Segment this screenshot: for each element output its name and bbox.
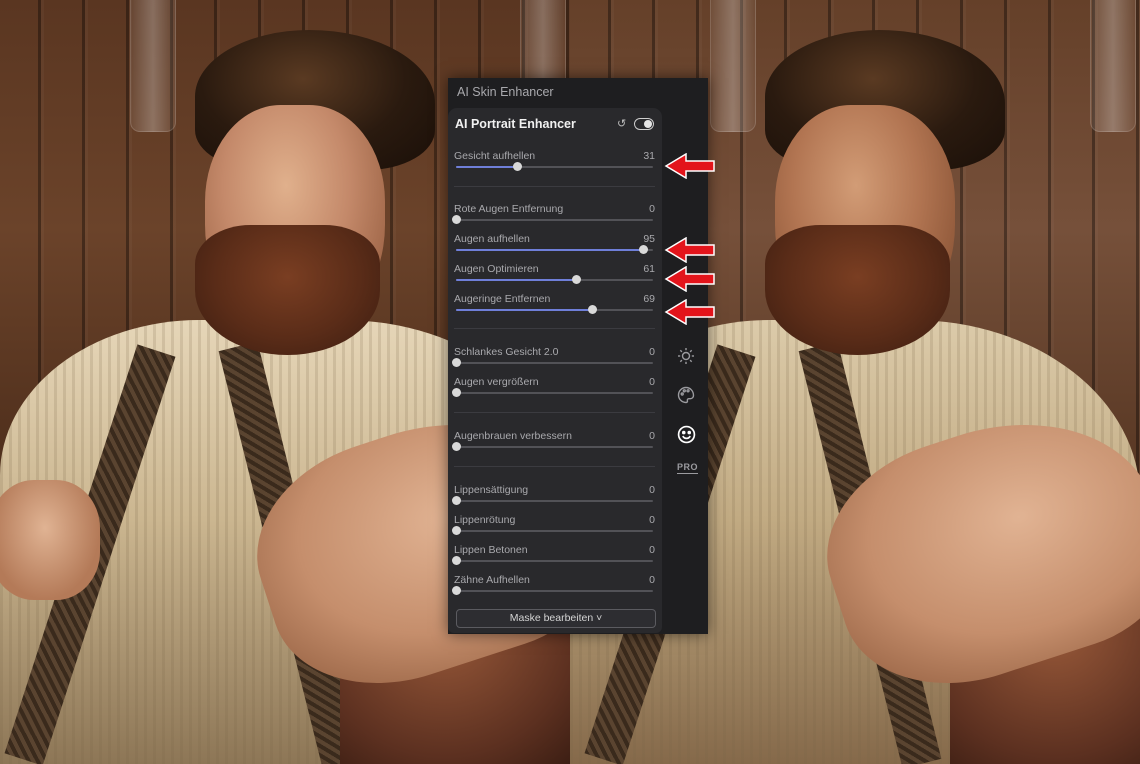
slider-row-lippensaettigung: Lippensättigung 0 — [452, 484, 655, 514]
slider-track[interactable] — [452, 586, 653, 595]
slider-value: 0 — [649, 203, 655, 215]
slider-row-augen-vergroessern: Augen vergrößern 0 — [452, 376, 655, 406]
slider-value: 69 — [643, 293, 655, 305]
slider-row-lippenroetung: Lippenrötung 0 — [452, 514, 655, 544]
slider-value: 0 — [649, 484, 655, 496]
beard — [765, 225, 950, 355]
red-arrow-annotation — [664, 299, 715, 325]
slider-value: 0 — [649, 346, 655, 358]
slider-label: Lippensättigung — [454, 484, 529, 496]
red-arrow-annotation — [664, 266, 715, 292]
slider-value: 0 — [649, 544, 655, 556]
slider-value: 0 — [649, 376, 655, 388]
slider-row-rote-augen-entfernung: Rote Augen Entfernung 0 — [452, 203, 655, 233]
slider-thumb[interactable] — [587, 305, 597, 314]
slider-label: Rote Augen Entfernung — [454, 203, 564, 215]
slider-row-zaehne-aufhellen: Zähne Aufhellen 0 — [452, 574, 655, 604]
slider-label: Gesicht aufhellen — [454, 150, 536, 162]
red-arrow-annotation — [664, 237, 715, 263]
slider-value: 0 — [649, 514, 655, 526]
slider-row-augeringe-entfernen: Augeringe Entfernen 69 — [454, 293, 655, 323]
card-header-controls: ↺ — [617, 118, 654, 130]
slider-label: Lippenrötung — [454, 514, 516, 526]
sun-icon[interactable] — [675, 345, 697, 367]
slider-value: 61 — [643, 263, 655, 275]
red-arrow-annotation — [664, 153, 715, 179]
slider-label: Augenbrauen verbessern — [454, 430, 572, 442]
slider-label: Zähne Aufhellen — [454, 574, 530, 586]
slider-track[interactable] — [456, 245, 653, 254]
slider-row-augen-optimieren: Augen Optimieren 61 — [454, 263, 655, 293]
palette-icon[interactable] — [675, 384, 697, 406]
slider-thumb[interactable] — [452, 556, 461, 565]
slider-row-augen-aufhellen: Augen aufhellen 95 — [454, 233, 655, 263]
slider-row-lippen-betonen: Lippen Betonen 0 — [452, 544, 655, 574]
slider-thumb[interactable] — [452, 586, 461, 595]
panel-title: AI Skin Enhancer — [457, 85, 554, 99]
slider-track[interactable] — [452, 556, 653, 565]
slider-thumb[interactable] — [452, 496, 461, 505]
slider-track[interactable] — [456, 275, 653, 284]
slider-row-schlankes-gesicht: Schlankes Gesicht 2.0 0 — [452, 346, 655, 376]
divider — [454, 466, 655, 467]
slider-value: 95 — [643, 233, 655, 245]
slider-track[interactable] — [452, 526, 653, 535]
slider-thumb[interactable] — [452, 358, 461, 367]
slider-track[interactable] — [452, 358, 653, 367]
slider-track[interactable] — [452, 442, 653, 451]
slider-track[interactable] — [456, 162, 653, 171]
slider-fill — [456, 166, 518, 168]
slider-fill — [456, 249, 644, 251]
slider-thumb[interactable] — [639, 245, 649, 254]
pro-badge[interactable]: PRO — [677, 462, 699, 474]
slider-label: Schlankes Gesicht 2.0 — [454, 346, 559, 358]
slider-thumb[interactable] — [452, 526, 461, 535]
ai-portrait-enhancer-card: AI Portrait Enhancer ↺ Gesicht aufhellen… — [448, 108, 662, 633]
slider-fill — [456, 279, 577, 281]
slider-track[interactable] — [452, 215, 653, 224]
edit-mask-button[interactable]: Maske bearbeiten ˅ — [456, 609, 656, 628]
slider-thumb[interactable] — [452, 215, 461, 224]
slider-label: Lippen Betonen — [454, 544, 528, 556]
slider-label: Augen aufhellen — [454, 233, 530, 245]
reset-icon[interactable]: ↺ — [617, 118, 628, 130]
slider-value: 31 — [643, 150, 655, 162]
divider — [454, 186, 655, 187]
slider-thumb[interactable] — [513, 162, 523, 171]
beard — [195, 225, 380, 355]
slider-label: Augen vergrößern — [454, 376, 539, 388]
slider-fill — [456, 309, 592, 311]
smiley-face-icon[interactable] — [675, 423, 697, 445]
slider-thumb[interactable] — [452, 442, 461, 451]
card-title: AI Portrait Enhancer — [455, 117, 576, 131]
divider — [454, 412, 655, 413]
slider-thumb[interactable] — [572, 275, 582, 284]
slider-track[interactable] — [456, 305, 653, 314]
slider-row-gesicht-aufhellen: Gesicht aufhellen 31 — [454, 150, 655, 180]
slider-track[interactable] — [452, 388, 653, 397]
slider-value: 0 — [649, 430, 655, 442]
slider-row-augenbrauen-verbessern: Augenbrauen verbessern 0 — [452, 430, 655, 460]
divider — [454, 328, 655, 329]
slider-value: 0 — [649, 574, 655, 586]
enable-toggle[interactable] — [634, 118, 654, 130]
slider-label: Augeringe Entfernen — [454, 293, 551, 305]
hand — [0, 480, 100, 600]
slider-track[interactable] — [452, 496, 653, 505]
slider-label: Augen Optimieren — [454, 263, 539, 275]
slider-thumb[interactable] — [452, 388, 461, 397]
